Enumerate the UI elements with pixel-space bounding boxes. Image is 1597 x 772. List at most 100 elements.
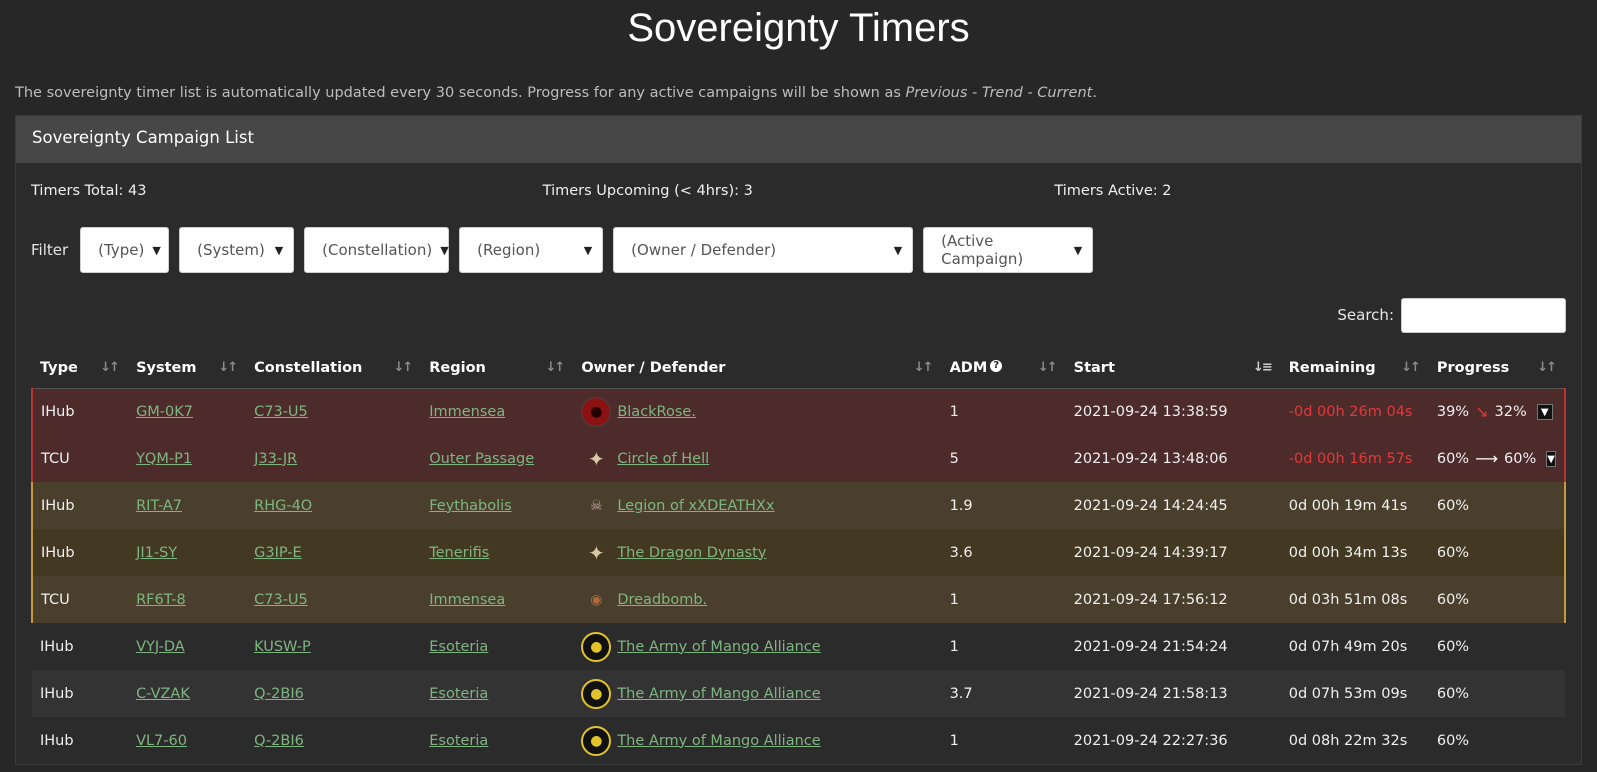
filter-constellation-select[interactable]: (Constellation) ▼ — [304, 227, 450, 273]
table-row: IHub C-VZAK Q-2BI6 Esoteria ● The Army of… — [32, 670, 1565, 717]
system-link[interactable]: GM-0K7 — [136, 404, 193, 420]
cell-start: 2021-09-24 13:48:06 — [1073, 450, 1228, 467]
cell-region: Outer Passage — [421, 435, 573, 482]
region-link[interactable]: Outer Passage — [429, 451, 534, 467]
timers-total: Timers Total: 43 — [31, 183, 147, 199]
constellation-link[interactable]: C73-U5 — [254, 404, 308, 420]
owner-link[interactable]: The Army of Mango Alliance — [617, 639, 820, 655]
col-header-label: System — [136, 359, 197, 376]
constellation-link[interactable]: Q-2BI6 — [254, 733, 304, 749]
search-input[interactable] — [1401, 297, 1566, 333]
region-link[interactable]: Immensea — [429, 592, 505, 608]
panel-body: Timers Total: 43 Timers Upcoming (< 4hrs… — [16, 163, 1581, 764]
cell-type: IHub — [30, 529, 129, 576]
filter-region-select[interactable]: (Region) ▼ — [459, 227, 604, 273]
col-header-label: ADM — [949, 359, 988, 376]
owner-link[interactable]: The Army of Mango Alliance — [617, 733, 820, 749]
intro-end: . — [1092, 85, 1097, 101]
col-header-system[interactable]: System ↓↑ — [128, 348, 247, 389]
owner-link[interactable]: Dreadbomb. — [617, 592, 707, 608]
filter-system-value: (System) — [197, 241, 265, 259]
cell-region: Esoteria — [421, 717, 573, 764]
cell-remaining: 0d 07h 53m 09s — [1288, 685, 1408, 702]
page-title: Sovereignty Timers — [627, 6, 970, 50]
sort-icon: ↓↑ — [1401, 360, 1421, 375]
col-header-label: Remaining — [1288, 359, 1376, 376]
cell-system: RF6T-8 — [128, 576, 246, 623]
cell-owner: ✦ The Dragon Dynasty — [573, 529, 941, 576]
trend-down-icon: ↘ — [1475, 402, 1489, 422]
cell-start: 2021-09-24 21:58:13 — [1073, 685, 1228, 702]
system-link[interactable]: RF6T-8 — [136, 592, 186, 608]
filter-system-select[interactable]: (System) ▼ — [179, 227, 295, 273]
cell-adm: 1 — [949, 403, 959, 420]
sort-icon: ↓↑ — [1037, 360, 1058, 375]
system-link[interactable]: VL7-60 — [136, 733, 187, 749]
col-header-start[interactable]: Start ↓≡ — [1065, 348, 1281, 389]
sort-icon: ↓↑ — [913, 360, 934, 375]
col-header-adm[interactable]: ADM? ↓↑ — [941, 348, 1066, 389]
col-header-region[interactable]: Region ↓↑ — [421, 348, 574, 389]
col-header-type[interactable]: Type ↓↑ — [32, 348, 129, 389]
cell-start: 2021-09-24 14:24:45 — [1073, 497, 1228, 514]
progress-current: 32% — [1494, 403, 1527, 420]
region-link[interactable]: Esoteria — [429, 639, 488, 655]
constellation-link[interactable]: RHG-4O — [254, 498, 312, 514]
cell-system: YQM-P1 — [128, 435, 246, 482]
region-link[interactable]: Tenerifis — [429, 545, 489, 561]
col-header-label: Constellation — [254, 359, 363, 376]
cell-remaining: -0d 00h 16m 57s — [1288, 450, 1413, 467]
trend-flat-icon: ⟶ — [1475, 449, 1499, 468]
cell-progress: 39% ↘ 32% ▼ — [1428, 388, 1567, 435]
cell-owner: ◉ Dreadbomb. — [573, 576, 941, 623]
col-header-constellation[interactable]: Constellation ↓↑ — [246, 348, 422, 389]
constellation-link[interactable]: G3IP-E — [254, 545, 302, 561]
owner-link[interactable]: The Army of Mango Alliance — [617, 686, 820, 702]
cell-region: Esoteria — [421, 670, 573, 717]
system-link[interactable]: C-VZAK — [136, 686, 190, 702]
expand-caret-icon[interactable]: ▼ — [1546, 450, 1556, 467]
owner-link[interactable]: Circle of Hell — [617, 451, 709, 467]
owner-link[interactable]: BlackRose. — [617, 404, 696, 420]
constellation-link[interactable]: J33-JR — [254, 451, 297, 467]
stats-row: Timers Total: 43 Timers Upcoming (< 4hrs… — [31, 163, 1566, 215]
filter-owner-select[interactable]: (Owner / Defender) ▼ — [613, 227, 914, 273]
filter-constellation-value: (Constellation) — [322, 241, 433, 259]
owner-link[interactable]: Legion of xXDEATHXx — [617, 498, 774, 514]
col-header-label: Owner / Defender — [581, 359, 726, 376]
col-header-remaining[interactable]: Remaining ↓↑ — [1280, 348, 1429, 389]
system-link[interactable]: VYJ-DA — [136, 639, 185, 655]
region-link[interactable]: Feythabolis — [429, 498, 512, 514]
chevron-down-icon: ▼ — [583, 243, 593, 257]
cell-owner: ☠ Legion of xXDEATHXx — [573, 482, 941, 529]
region-link[interactable]: Immensea — [429, 404, 505, 420]
system-link[interactable]: JI1-SY — [136, 545, 177, 561]
sort-asc-icon: ↓≡ — [1252, 360, 1273, 375]
help-icon[interactable]: ? — [990, 359, 1003, 372]
filter-type-value: (Type) — [98, 241, 145, 259]
cell-owner: ● BlackRose. — [573, 388, 941, 435]
region-link[interactable]: Esoteria — [429, 686, 488, 702]
owner-link[interactable]: The Dragon Dynasty — [617, 545, 766, 561]
cell-owner: ● The Army of Mango Alliance — [573, 623, 941, 670]
cell-start: 2021-09-24 14:39:17 — [1073, 544, 1228, 561]
region-link[interactable]: Esoteria — [429, 733, 488, 749]
progress-previous: 60% — [1436, 450, 1470, 467]
system-link[interactable]: YQM-P1 — [136, 451, 192, 467]
search-row: Search: — [31, 287, 1566, 343]
col-header-progress[interactable]: Progress ↓↑ — [1428, 348, 1565, 389]
filter-campaign-select[interactable]: (Active Campaign) ▼ — [923, 227, 1094, 273]
table-row: TCU YQM-P1 J33-JR Outer Passage ✦ Circle … — [30, 435, 1567, 482]
cell-remaining: -0d 00h 26m 04s — [1288, 403, 1413, 420]
filter-type-select[interactable]: (Type) ▼ — [80, 227, 170, 273]
constellation-link[interactable]: Q-2BI6 — [254, 686, 304, 702]
system-link[interactable]: RIT-A7 — [136, 498, 182, 514]
expand-caret-icon[interactable]: ▼ — [1536, 403, 1553, 420]
cell-adm: 1 — [949, 638, 959, 655]
table-row: IHub VL7-60 Q-2BI6 Esoteria ● The Army of… — [32, 717, 1565, 764]
constellation-link[interactable]: KUSW-P — [254, 639, 311, 655]
cell-adm: 3.6 — [949, 544, 973, 561]
constellation-link[interactable]: C73-U5 — [254, 592, 308, 608]
cell-remaining: 0d 08h 22m 32s — [1288, 732, 1408, 749]
col-header-owner[interactable]: Owner / Defender ↓↑ — [573, 348, 942, 389]
